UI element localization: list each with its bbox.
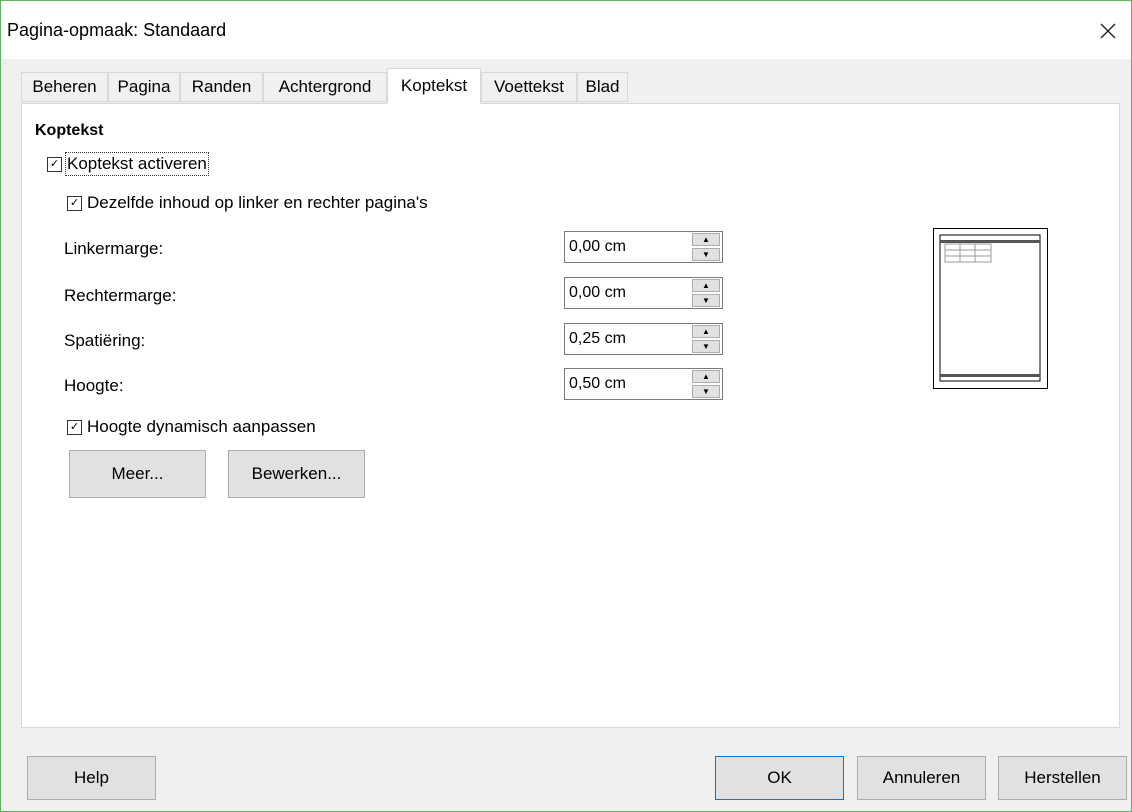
spin-up-icon[interactable]: ▲ — [692, 279, 720, 292]
checkbox-checked-icon: ✓ — [67, 419, 82, 435]
tab-panel-koptekst: Koptekst ✓ Koptekst activeren ✓ Dezelfde… — [21, 103, 1120, 728]
edit-button[interactable]: Bewerken... — [228, 450, 365, 498]
close-button[interactable] — [1085, 13, 1131, 49]
spin-down-icon[interactable]: ▼ — [692, 294, 720, 307]
right-margin-spinbox[interactable]: 0,00 cm ▲ ▼ — [564, 277, 723, 309]
right-margin-value: 0,00 cm — [569, 284, 626, 301]
height-value: 0,50 cm — [569, 375, 626, 392]
spacing-label: Spatiëring: — [64, 331, 146, 350]
same-content-label: Dezelfde inhoud op linker en rechter pag… — [87, 193, 428, 212]
spin-down-icon[interactable]: ▼ — [692, 340, 720, 353]
tab-pagina[interactable]: Pagina — [108, 72, 180, 102]
tab-voettekst[interactable]: Voettekst — [481, 72, 577, 102]
ok-button[interactable]: OK — [715, 756, 844, 800]
header-preview — [933, 228, 1048, 389]
height-label: Hoogte: — [64, 376, 124, 395]
tab-koptekst[interactable]: Koptekst — [387, 68, 481, 104]
spacing-value: 0,25 cm — [569, 330, 626, 347]
spacing-spinbox[interactable]: 0,25 cm ▲ ▼ — [564, 323, 723, 355]
section-heading: Koptekst — [35, 122, 104, 139]
left-margin-spinbox[interactable]: 0,00 cm ▲ ▼ — [564, 231, 723, 263]
dialog-window: Pagina-opmaak: Standaard Beheren Pagina … — [0, 0, 1132, 812]
spin-up-icon[interactable]: ▲ — [692, 233, 720, 246]
enable-header-label: Koptekst activeren — [65, 152, 209, 176]
page-preview-graphic — [939, 234, 1041, 382]
spin-up-icon[interactable]: ▲ — [692, 325, 720, 338]
close-icon — [1100, 23, 1116, 39]
reset-button[interactable]: Herstellen — [998, 756, 1127, 800]
spin-down-icon[interactable]: ▼ — [692, 248, 720, 261]
window-title: Pagina-opmaak: Standaard — [7, 20, 227, 40]
left-margin-label: Linkermarge: — [64, 239, 164, 258]
tab-blad[interactable]: Blad — [577, 72, 628, 102]
tab-achtergrond[interactable]: Achtergrond — [263, 72, 387, 102]
autofit-height-checkbox[interactable]: ✓ Hoogte dynamisch aanpassen — [67, 417, 316, 437]
same-content-checkbox[interactable]: ✓ Dezelfde inhoud op linker en rechter p… — [67, 193, 428, 213]
enable-header-checkbox[interactable]: ✓ Koptekst activeren — [47, 152, 209, 176]
left-margin-value: 0,00 cm — [569, 238, 626, 255]
help-button[interactable]: Help — [27, 756, 156, 800]
cancel-button[interactable]: Annuleren — [857, 756, 986, 800]
title-bar: Pagina-opmaak: Standaard — [1, 1, 1131, 59]
spin-up-icon[interactable]: ▲ — [692, 370, 720, 383]
height-spinbox[interactable]: 0,50 cm ▲ ▼ — [564, 368, 723, 400]
more-button[interactable]: Meer... — [69, 450, 206, 498]
spin-down-icon[interactable]: ▼ — [692, 385, 720, 398]
right-margin-label: Rechtermarge: — [64, 286, 177, 305]
tab-randen[interactable]: Randen — [180, 72, 263, 102]
autofit-height-label: Hoogte dynamisch aanpassen — [87, 417, 316, 436]
checkbox-checked-icon: ✓ — [47, 156, 62, 172]
checkbox-checked-icon: ✓ — [67, 195, 82, 211]
tab-beheren[interactable]: Beheren — [21, 72, 108, 102]
